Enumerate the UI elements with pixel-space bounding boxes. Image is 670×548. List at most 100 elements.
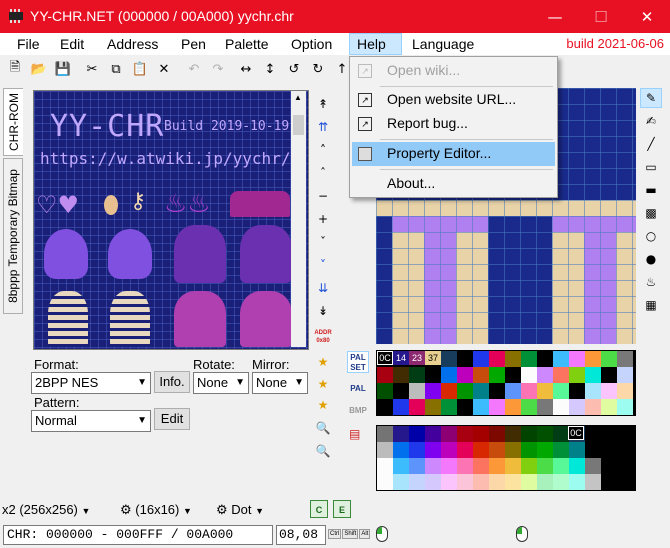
palset-swatch[interactable]	[489, 399, 505, 415]
palset-swatch[interactable]	[617, 351, 633, 367]
master-palette-swatch[interactable]	[425, 442, 441, 458]
rotate-right-icon[interactable]: ↻	[308, 59, 328, 79]
master-palette-swatch[interactable]	[473, 458, 489, 474]
select-tool-icon[interactable]: ▦	[640, 295, 662, 315]
info-button[interactable]: Info.	[154, 371, 190, 393]
zoom-in-icon[interactable]: 🔍	[314, 418, 332, 438]
master-palette-swatch[interactable]	[457, 474, 473, 490]
master-palette-swatch[interactable]	[537, 426, 553, 442]
master-palette-swatch[interactable]	[489, 442, 505, 458]
row-up-icon[interactable]: ˆ	[314, 163, 332, 183]
palset-swatch[interactable]	[457, 367, 473, 383]
master-palette-swatch[interactable]	[393, 474, 409, 490]
menu-file[interactable]: File	[10, 33, 47, 55]
palset-swatch[interactable]	[473, 351, 489, 367]
menu-address[interactable]: Address	[100, 33, 165, 55]
palset-swatch[interactable]	[537, 399, 553, 415]
ellipse-tool-icon[interactable]: ○	[640, 226, 662, 246]
redo-icon[interactable]: ↷	[208, 59, 228, 79]
master-palette-swatch[interactable]	[489, 474, 505, 490]
master-palette-swatch[interactable]	[505, 474, 521, 490]
master-palette-swatch[interactable]	[473, 474, 489, 490]
palset-swatch[interactable]	[473, 367, 489, 383]
pen-select[interactable]: ⚙ Dot ▼	[216, 502, 264, 518]
palset-swatch[interactable]	[601, 367, 617, 383]
filled-rectangle-tool-icon[interactable]: ▬	[640, 180, 662, 200]
master-palette-swatch[interactable]	[553, 426, 569, 442]
palset-swatch[interactable]	[521, 399, 537, 415]
flip-vertical-icon[interactable]: ↕	[260, 59, 280, 79]
palset-swatch[interactable]	[409, 399, 425, 415]
palset-button[interactable]: PAL SET	[347, 351, 369, 373]
master-palette-swatch[interactable]	[569, 458, 585, 474]
master-palette-swatch[interactable]	[537, 474, 553, 490]
master-palette-swatch[interactable]	[457, 426, 473, 442]
tab-chr-rom[interactable]: CHR-ROM	[3, 88, 23, 156]
edit-toggle-icon[interactable]: E	[333, 500, 351, 518]
palset-swatch[interactable]	[457, 351, 473, 367]
palset-swatch[interactable]	[441, 399, 457, 415]
master-palette-swatch[interactable]	[457, 442, 473, 458]
fill-bucket-tool-icon[interactable]: ♨	[640, 272, 662, 292]
palset-swatch[interactable]	[537, 367, 553, 383]
palset-swatch[interactable]	[489, 367, 505, 383]
palset-swatch[interactable]	[457, 399, 473, 415]
palset-swatch[interactable]	[521, 383, 537, 399]
palset-swatch[interactable]	[377, 383, 393, 399]
master-palette-swatch[interactable]	[569, 474, 585, 490]
palset-swatch[interactable]	[569, 367, 585, 383]
close-icon[interactable]: ✕	[624, 0, 670, 33]
master-palette-swatch[interactable]	[505, 442, 521, 458]
master-palette-swatch[interactable]	[617, 474, 633, 490]
master-palette-swatch[interactable]	[617, 442, 633, 458]
master-palette-swatch[interactable]	[393, 458, 409, 474]
menu-item-open-website[interactable]: ↗ Open website URL...	[352, 88, 555, 112]
scroll-up-icon[interactable]: ▲	[294, 93, 302, 102]
master-palette-swatch[interactable]	[473, 426, 489, 442]
clear-icon[interactable]: ✕	[154, 59, 174, 79]
master-palette-swatch[interactable]	[489, 458, 505, 474]
bookmark-list-icon[interactable]: ★	[314, 395, 332, 415]
master-palette-swatch[interactable]	[601, 442, 617, 458]
master-palette-swatch[interactable]	[409, 474, 425, 490]
line-tool-icon[interactable]: ╱	[640, 134, 662, 154]
master-palette-swatch[interactable]	[377, 458, 393, 474]
master-palette-swatch[interactable]	[425, 426, 441, 442]
palset-swatch[interactable]	[521, 351, 537, 367]
flip-horizontal-icon[interactable]: ↔	[236, 59, 256, 79]
master-palette-swatch[interactable]	[425, 458, 441, 474]
palset-swatch[interactable]	[521, 367, 537, 383]
palset-swatch[interactable]	[553, 399, 569, 415]
palset-swatch[interactable]	[425, 399, 441, 415]
palset-swatch[interactable]	[585, 383, 601, 399]
pen-tool-icon[interactable]: ✎	[640, 88, 662, 108]
menu-option[interactable]: Option	[284, 33, 339, 55]
master-palette-swatch[interactable]	[569, 442, 585, 458]
master-palette-swatch[interactable]	[601, 426, 617, 442]
master-palette-swatch[interactable]	[521, 426, 537, 442]
palset-swatch[interactable]	[393, 383, 409, 399]
palset-swatch[interactable]	[441, 367, 457, 383]
palset-swatch[interactable]	[441, 383, 457, 399]
palset-swatch[interactable]	[409, 383, 425, 399]
bookmark-star-icon[interactable]: ★	[314, 352, 332, 372]
palset-swatch[interactable]	[553, 351, 569, 367]
palset-swatch[interactable]	[393, 367, 409, 383]
chr-canvas[interactable]: YY-CHR Build 2019-10-19 https://w.atwiki…	[33, 90, 309, 350]
cut-icon[interactable]: ✂	[82, 59, 102, 79]
master-palette-swatch[interactable]	[585, 442, 601, 458]
menu-palette[interactable]: Palette	[218, 33, 276, 55]
master-palette-swatch[interactable]	[553, 474, 569, 490]
master-palette-swatch[interactable]	[585, 474, 601, 490]
pattern-rectangle-tool-icon[interactable]: ▩	[640, 203, 662, 223]
palset-swatch[interactable]	[489, 383, 505, 399]
master-palette-swatch[interactable]	[409, 458, 425, 474]
filled-ellipse-tool-icon[interactable]: ●	[640, 249, 662, 269]
palset-swatch[interactable]	[617, 367, 633, 383]
rectangle-tool-icon[interactable]: ▭	[640, 157, 662, 177]
format-select[interactable]: 2BPP NES ▼	[31, 372, 151, 394]
canvas-scrollbar[interactable]: ▲	[291, 91, 306, 347]
palset-swatch[interactable]	[553, 367, 569, 383]
master-palette-swatch[interactable]	[377, 474, 393, 490]
master-palette-swatch[interactable]	[585, 426, 601, 442]
